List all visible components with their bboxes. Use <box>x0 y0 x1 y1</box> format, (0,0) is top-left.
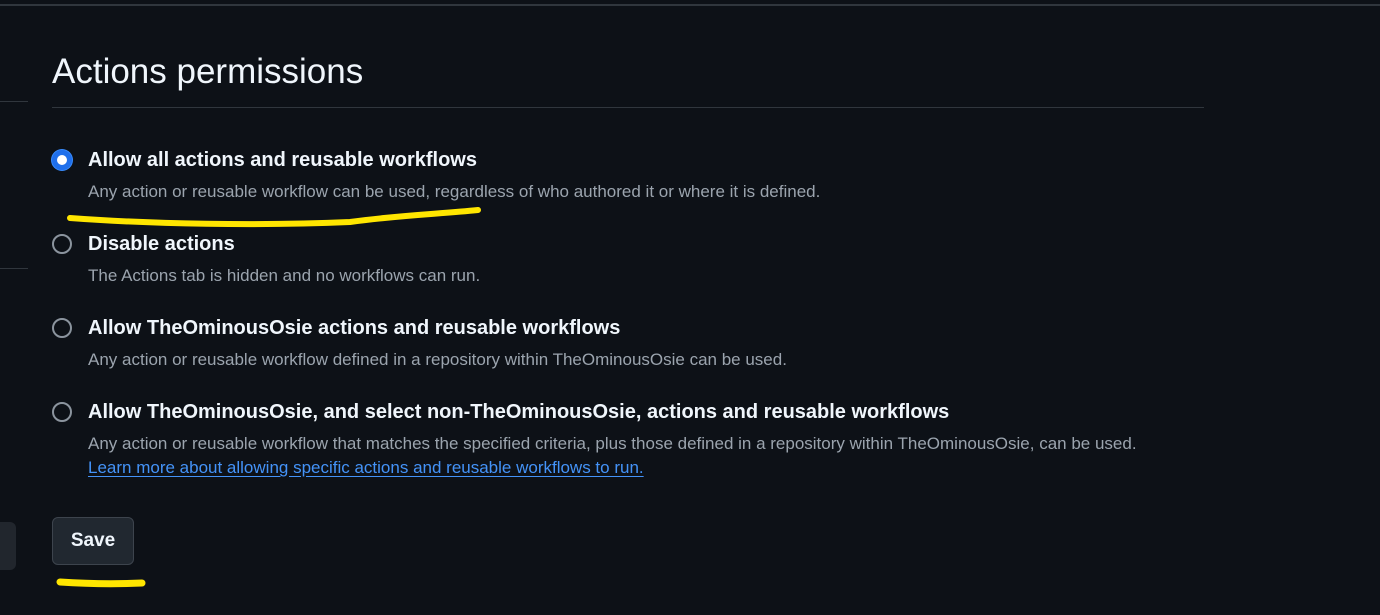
option-description: Any action or reusable workflow defined … <box>88 350 787 369</box>
option-description: Any action or reusable workflow can be u… <box>88 182 821 201</box>
save-button[interactable]: Save <box>52 517 134 565</box>
settings-page: Actions permissions Allow all actions an… <box>0 0 1380 615</box>
option-description: Any action or reusable workflow that mat… <box>88 434 1137 453</box>
highlight-underline-save <box>56 578 146 588</box>
highlight-underline-description <box>67 207 481 228</box>
page-title: Actions permissions <box>52 52 364 91</box>
sidebar-divider <box>0 101 28 102</box>
option-label[interactable]: Allow TheOminousOsie actions and reusabl… <box>88 315 620 341</box>
top-border <box>0 4 1380 6</box>
radio-allow-all[interactable] <box>52 150 72 170</box>
sidebar-button-edge[interactable] <box>0 522 16 570</box>
radio-disable-actions[interactable] <box>52 234 72 254</box>
title-divider <box>52 107 1204 108</box>
sidebar-divider <box>0 268 28 269</box>
option-description: The Actions tab is hidden and no workflo… <box>88 266 481 285</box>
radio-allow-select[interactable] <box>52 402 72 422</box>
option-label[interactable]: Allow TheOminousOsie, and select non-The… <box>88 399 949 425</box>
radio-allow-org[interactable] <box>52 318 72 338</box>
learn-more-link[interactable]: Learn more about allowing specific actio… <box>88 456 644 480</box>
option-label[interactable]: Disable actions <box>88 231 235 257</box>
option-label[interactable]: Allow all actions and reusable workflows <box>88 147 477 173</box>
